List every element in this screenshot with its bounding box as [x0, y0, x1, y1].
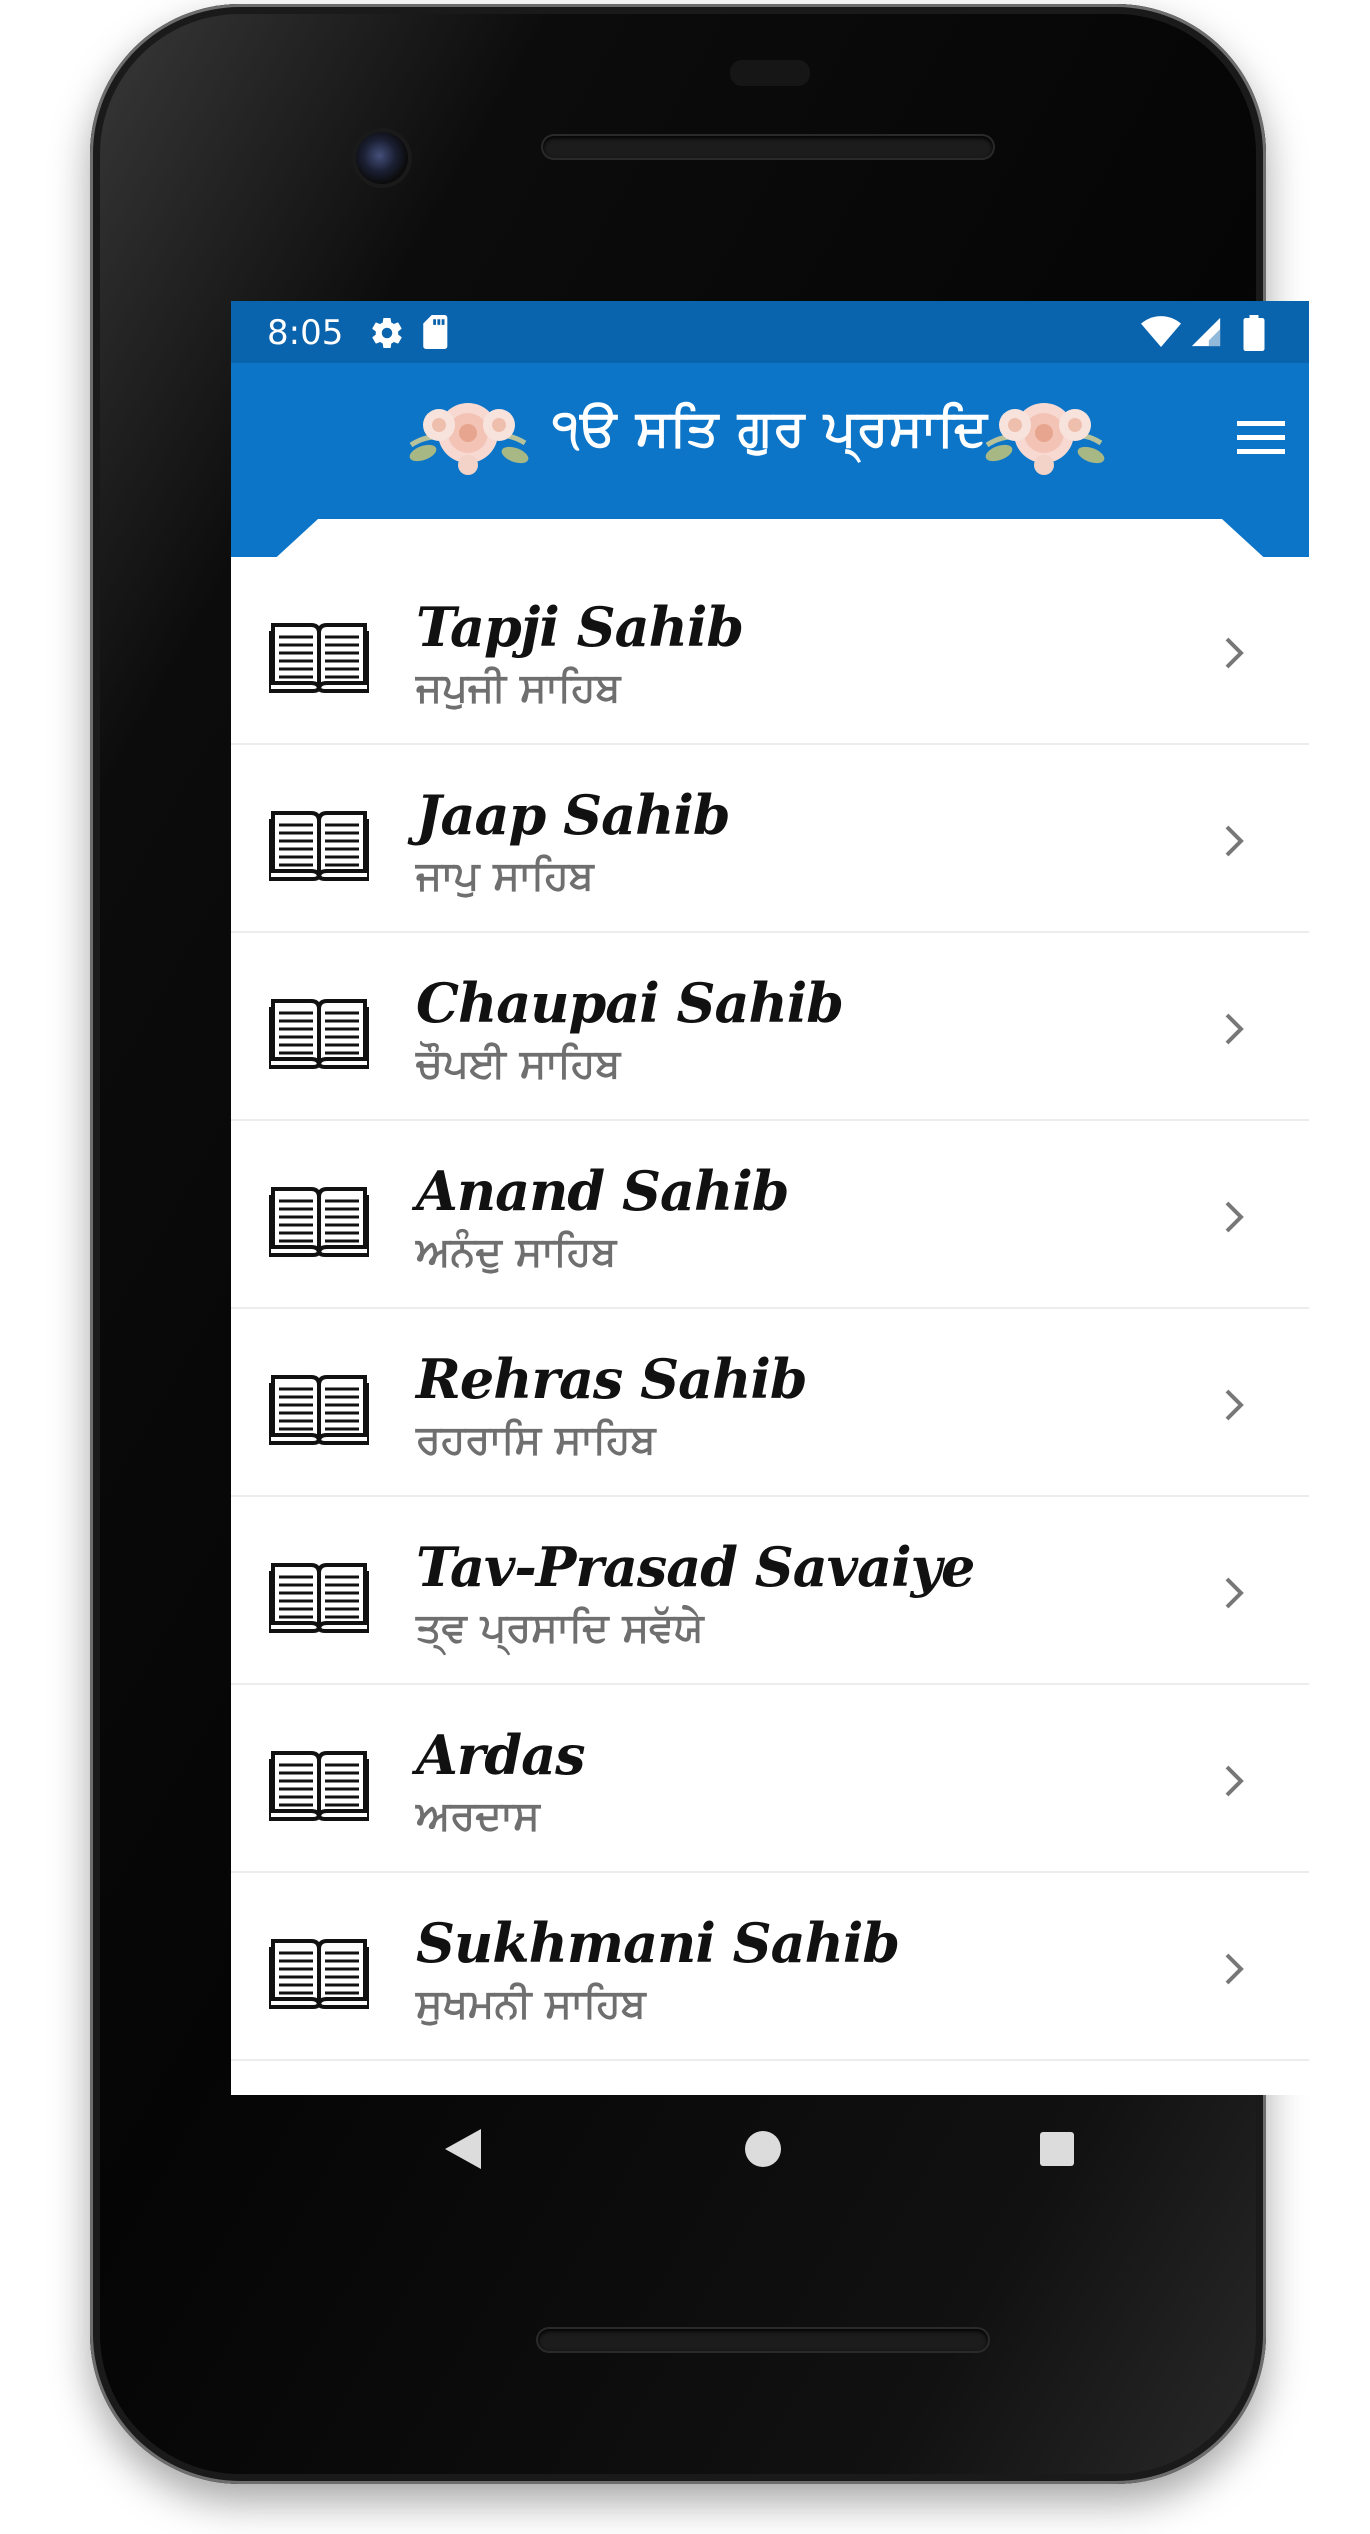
bani-title: Chaupai Sahib: [416, 971, 844, 1035]
signal-icon: [1191, 317, 1221, 347]
book-icon: [267, 1369, 371, 1445]
screen: 8:05 ੧ੳ ਸਤਿ ਗੁਰ ਪ੍ਰਸਾਦਿ Tapji Sahib ਜਪੁਜ…: [231, 301, 1309, 2095]
bani-list-item[interactable]: Chaupai Sahib ਚੌਪਈ ਸਾਹਿਬ: [231, 933, 1309, 1121]
navigation-bar: [231, 2095, 1309, 2215]
hamburger-menu-icon[interactable]: [1231, 407, 1291, 467]
app-bar: ੧ੳ ਸਤਿ ਗੁਰ ਪ੍ਰਸਾਦਿ: [231, 363, 1309, 521]
book-icon: [267, 993, 371, 1069]
chevron-right-icon: [1219, 1761, 1249, 1801]
book-icon: [267, 1557, 371, 1633]
bani-title: Jaap Sahib: [416, 783, 731, 847]
bani-title: Rehras Sahib: [416, 1347, 808, 1411]
bani-subtitle-gurmukhi: ਅਰਦਾਸ: [416, 1793, 540, 1839]
chevron-right-icon: [1219, 1197, 1249, 1237]
bani-list-item[interactable]: Dukh Bhanjani Sahib: [231, 2061, 1309, 2095]
bani-list: Tapji Sahib ਜਪੁਜੀ ਸਾਹਿਬ Jaap Sahib ਜਾਪੁ ਸਾ…: [231, 519, 1309, 2095]
bani-list-item[interactable]: Jaap Sahib ਜਾਪੁ ਸਾਹਿਬ: [231, 745, 1309, 933]
home-icon[interactable]: [741, 2127, 785, 2171]
book-icon: [267, 1933, 371, 2009]
bani-subtitle-gurmukhi: ਜਾਪੁ ਸਾਹਿਬ: [416, 853, 594, 899]
bani-title: Anand Sahib: [416, 1159, 789, 1223]
top-speaker-grille: [543, 136, 993, 158]
bani-subtitle-gurmukhi: ਅਨੰਦੁ ਸਾਹਿਬ: [416, 1229, 617, 1275]
bani-list-item[interactable]: Sukhmani Sahib ਸੁਖਮਨੀ ਸਾਹਿਬ: [231, 1873, 1309, 2061]
bani-list-item[interactable]: Anand Sahib ਅਨੰਦੁ ਸਾਹਿਬ: [231, 1121, 1309, 1309]
bani-subtitle-gurmukhi: ਚੌਪਈ ਸਾਹਿਬ: [416, 1041, 621, 1087]
bani-list-item[interactable]: Ardas ਅਰਦਾਸ: [231, 1685, 1309, 1873]
book-icon: [267, 1745, 371, 1821]
bani-title: Tav-Prasad Savaiye: [416, 1535, 975, 1599]
bani-title: Sukhmani Sahib: [416, 1911, 900, 1975]
bani-subtitle-gurmukhi: ਤ੍ਵ ਪ੍ਰਸਾਦਿ ਸਵੱਯੇ: [416, 1605, 704, 1651]
chevron-right-icon: [1219, 1573, 1249, 1613]
front-camera: [356, 132, 408, 184]
bottom-speaker-grille: [538, 2329, 988, 2351]
status-time: 8:05: [267, 313, 344, 353]
chevron-right-icon: [1219, 1009, 1249, 1049]
recents-icon[interactable]: [1037, 2129, 1077, 2169]
wifi-icon: [1141, 316, 1181, 347]
app-bar-title: ੧ੳ ਸਤਿ ਗੁਰ ਪ੍ਰਸਾਦਿ: [552, 399, 988, 457]
bani-title: Tapji Sahib: [416, 595, 744, 659]
chevron-right-icon: [1219, 821, 1249, 861]
chevron-right-icon: [1219, 633, 1249, 673]
book-icon: [267, 617, 371, 693]
book-icon: [267, 805, 371, 881]
bani-subtitle-gurmukhi: ਰਹਰਾਸਿ ਸਾਹਿਬ: [416, 1417, 656, 1463]
chevron-right-icon: [1219, 1385, 1249, 1425]
battery-icon: [1243, 315, 1265, 351]
status-bar: 8:05: [231, 301, 1309, 363]
book-icon: [267, 1181, 371, 1257]
chevron-right-icon: [1219, 1949, 1249, 1989]
flower-right-icon: [985, 403, 1105, 475]
bani-subtitle-gurmukhi: ਸੁਖਮਨੀ ਸਾਹਿਬ: [416, 1981, 646, 2027]
bani-subtitle-gurmukhi: ਜਪੁਜੀ ਸਾਹਿਬ: [416, 665, 621, 711]
earpiece: [730, 60, 810, 86]
bani-title: Ardas: [416, 1723, 585, 1787]
bani-list-item[interactable]: Tapji Sahib ਜਪੁਜੀ ਸਾਹਿਬ: [231, 557, 1309, 745]
bani-list-item[interactable]: Tav-Prasad Savaiye ਤ੍ਵ ਪ੍ਰਸਾਦਿ ਸਵੱਯੇ: [231, 1497, 1309, 1685]
settings-icon: [372, 318, 402, 349]
phone-frame: 8:05 ੧ੳ ਸਤਿ ਗੁਰ ਪ੍ਰਸਾਦਿ Tapji Sahib ਜਪੁਜ…: [90, 4, 1309, 2484]
bani-list-item[interactable]: Rehras Sahib ਰਹਰਾਸਿ ਸਾਹਿਬ: [231, 1309, 1309, 1497]
sd-card-icon: [423, 315, 448, 349]
back-icon[interactable]: [441, 2125, 485, 2173]
